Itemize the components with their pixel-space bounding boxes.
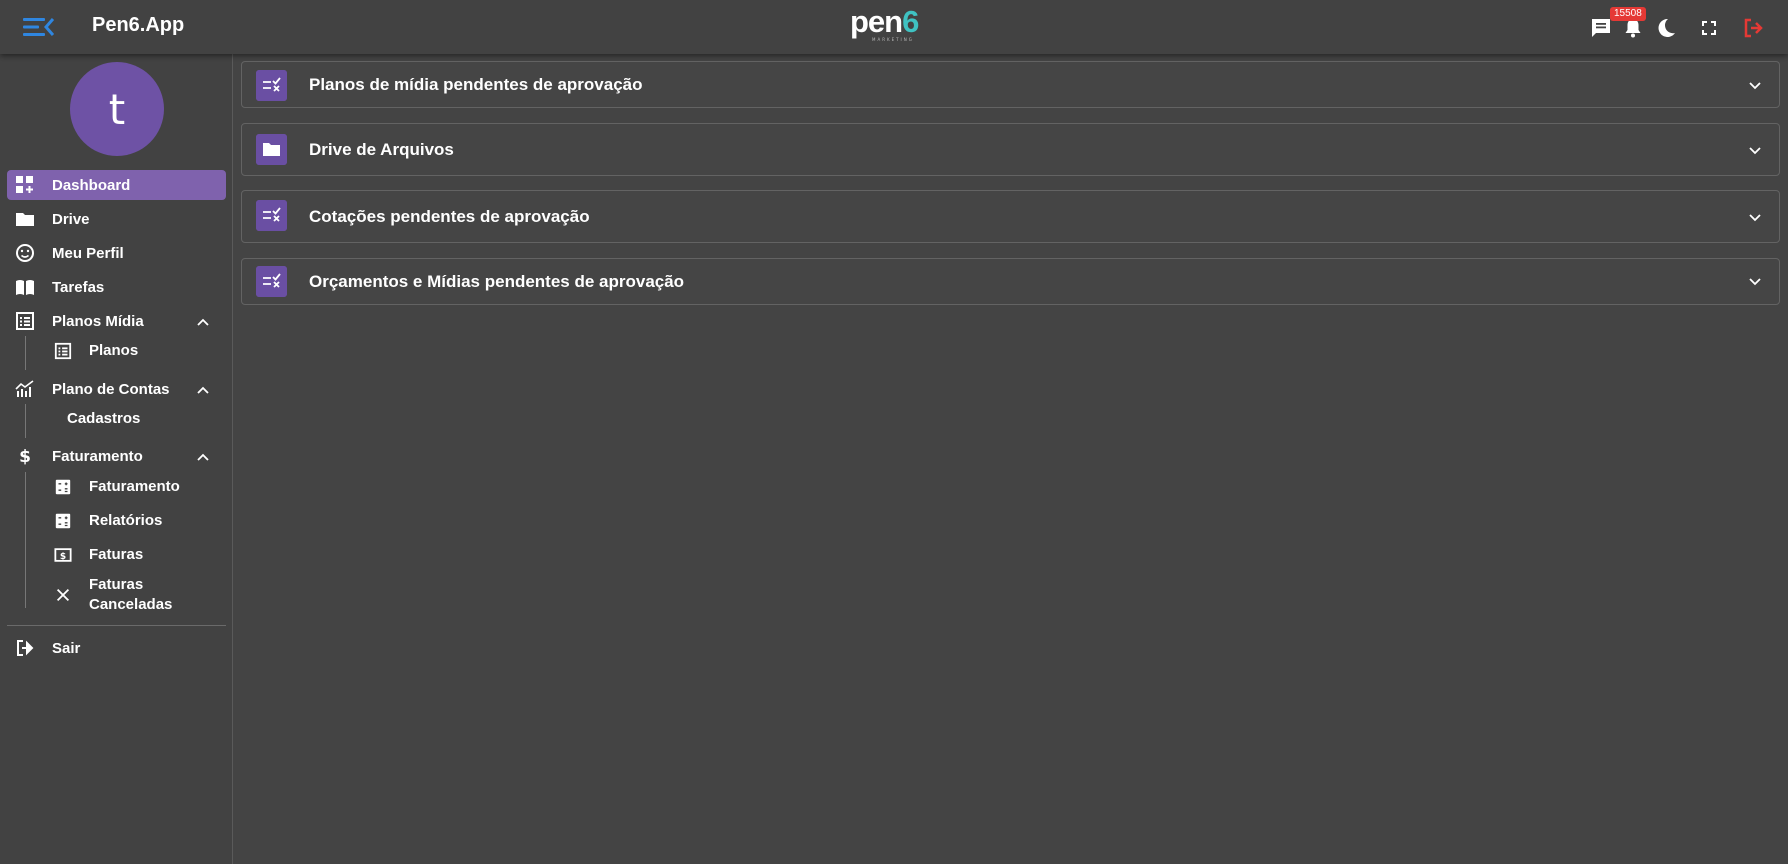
sidebar-item-meu-perfil[interactable]: Meu Perfil bbox=[7, 238, 226, 268]
chevron-up-icon bbox=[197, 453, 209, 461]
chat-icon[interactable] bbox=[1589, 16, 1613, 40]
sidebar-item-label: Tarefas bbox=[52, 278, 105, 296]
theme-moon-icon[interactable] bbox=[1654, 16, 1678, 40]
sidebar-item-label: Meu Perfil bbox=[52, 244, 124, 262]
sign-out-icon bbox=[17, 640, 34, 656]
sidebar-item-plano-de-contas[interactable]: Plano de Contas bbox=[7, 374, 226, 404]
avatar[interactable]: t bbox=[70, 62, 164, 156]
dashboard-icon bbox=[16, 176, 33, 193]
approval-list-icon bbox=[256, 70, 287, 101]
book-open-icon bbox=[16, 280, 34, 295]
sidebar-item-label: Planos Mídia bbox=[52, 312, 144, 330]
chevron-down-icon[interactable] bbox=[1747, 273, 1763, 289]
close-icon bbox=[56, 588, 70, 602]
sidebar-subitem-faturas-canceladas[interactable]: Faturas Canceladas bbox=[25, 574, 225, 614]
sidebar-subitem-cadastros[interactable]: Cadastros bbox=[25, 404, 225, 434]
sidebar-subitem-relatorios[interactable]: Relatórios bbox=[25, 506, 225, 536]
dollar-icon: $ bbox=[19, 447, 31, 466]
panel-title: Cotações pendentes de aprovação bbox=[309, 207, 590, 226]
sidebar: t Dashboard Drive Meu Perfil Tarefas Pla… bbox=[0, 54, 233, 864]
sidebar-item-label: Plano de Contas bbox=[52, 380, 170, 398]
sidebar-item-label: Faturamento bbox=[52, 447, 143, 465]
panel-title: Planos de mídia pendentes de aprovação bbox=[309, 75, 643, 94]
panel-cotacoes-pendentes[interactable]: Cotações pendentes de aprovação bbox=[241, 190, 1780, 243]
sidebar-subitem-label: Relatórios bbox=[89, 512, 163, 529]
svg-text:$: $ bbox=[60, 552, 66, 562]
sidebar-subitem-faturas[interactable]: $ Faturas bbox=[25, 540, 225, 570]
chevron-down-icon[interactable] bbox=[1747, 77, 1763, 93]
list-alt-icon bbox=[54, 342, 72, 360]
sidebar-subitem-label: Faturas bbox=[89, 546, 144, 563]
chevron-up-icon bbox=[197, 386, 209, 394]
svg-text:$: $ bbox=[19, 447, 31, 466]
menu-collapse-icon[interactable] bbox=[22, 15, 54, 39]
sidebar-item-dashboard[interactable]: Dashboard bbox=[7, 170, 226, 200]
approval-list-icon bbox=[256, 266, 287, 297]
smiley-face-icon bbox=[16, 244, 34, 262]
sidebar-subitem-label: Faturas bbox=[89, 576, 144, 593]
notification-badge: 15508 bbox=[1610, 7, 1646, 21]
invoice-dollar-icon: $ bbox=[54, 548, 72, 562]
sidebar-item-drive[interactable]: Drive bbox=[7, 204, 226, 234]
sidebar-item-tarefas[interactable]: Tarefas bbox=[7, 272, 226, 302]
brand-logo: pen6 MARKETING bbox=[850, 4, 934, 46]
sidebar-item-label: Sair bbox=[52, 639, 81, 657]
sidebar-subitem-planos[interactable]: Planos bbox=[25, 336, 225, 366]
logo-accent: 6 bbox=[902, 4, 919, 39]
sidebar-subitem-label: Cadastros bbox=[67, 410, 141, 427]
sidebar-item-sair[interactable]: Sair bbox=[7, 633, 226, 663]
panel-drive-de-arquivos[interactable]: Drive de Arquivos bbox=[241, 123, 1780, 176]
chevron-down-icon[interactable] bbox=[1747, 209, 1763, 225]
top-bar: Pen6.App pen6 MARKETING 15508 bbox=[0, 0, 1788, 54]
logo-subtext: MARKETING bbox=[872, 37, 914, 42]
sidebar-item-label: Dashboard bbox=[52, 176, 131, 194]
list-alt-icon bbox=[16, 312, 34, 330]
sidebar-item-planos-midia[interactable]: Planos Mídia bbox=[7, 306, 226, 336]
sidebar-divider bbox=[7, 625, 226, 626]
sidebar-subitem-label: Canceladas bbox=[89, 596, 173, 613]
chevron-down-icon[interactable] bbox=[1747, 142, 1763, 158]
chart-line-icon bbox=[15, 380, 34, 397]
sidebar-subitem-label: Planos bbox=[89, 342, 139, 359]
panel-orcamentos-midias-pendentes[interactable]: Orçamentos e Mídias pendentes de aprovaç… bbox=[241, 258, 1780, 305]
chevron-up-icon bbox=[197, 318, 209, 326]
calculator-icon bbox=[55, 513, 71, 529]
panel-title: Drive de Arquivos bbox=[309, 140, 454, 159]
sidebar-subitem-faturamento[interactable]: Faturamento bbox=[25, 472, 225, 502]
calculator-icon bbox=[55, 479, 71, 495]
logout-icon[interactable] bbox=[1741, 16, 1765, 40]
app-title: Pen6.App bbox=[92, 14, 185, 36]
folder-icon bbox=[256, 134, 287, 165]
panel-planos-midia-pendentes[interactable]: Planos de mídia pendentes de aprovação bbox=[241, 61, 1780, 108]
logo-text: pen bbox=[850, 4, 903, 39]
sidebar-item-label: Drive bbox=[52, 210, 90, 228]
folder-icon bbox=[16, 213, 34, 226]
sidebar-item-faturamento[interactable]: $ Faturamento bbox=[7, 441, 226, 471]
sidebar-subitem-label: Faturamento bbox=[89, 478, 180, 495]
fullscreen-icon[interactable] bbox=[1697, 16, 1721, 40]
panel-title: Orçamentos e Mídias pendentes de aprovaç… bbox=[309, 272, 685, 291]
approval-list-icon bbox=[256, 200, 287, 231]
